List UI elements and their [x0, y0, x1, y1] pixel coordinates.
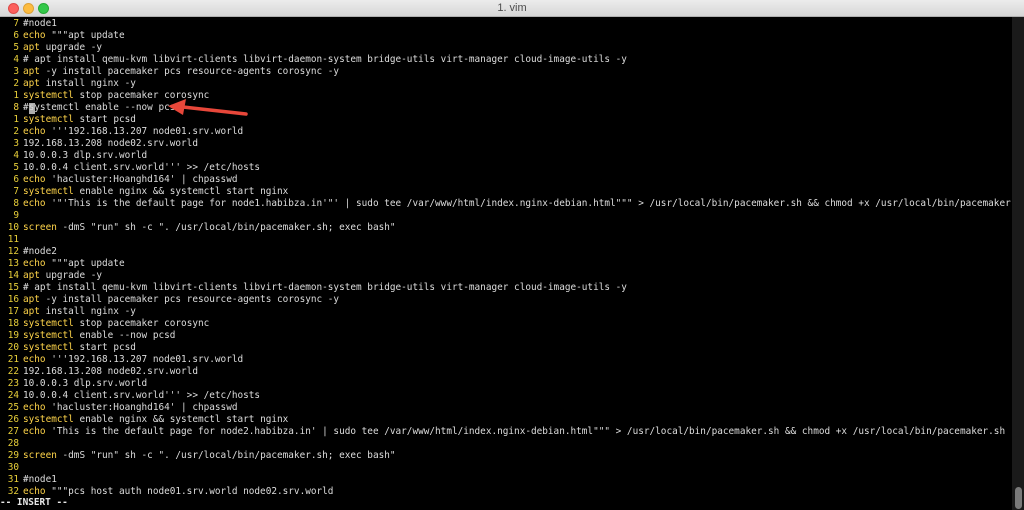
vertical-scrollbar[interactable] [1012, 17, 1024, 510]
scrollbar-thumb[interactable] [1015, 487, 1022, 509]
annotation-arrow-icon [168, 99, 248, 116]
mode-indicator: -- INSERT -- [0, 497, 68, 508]
